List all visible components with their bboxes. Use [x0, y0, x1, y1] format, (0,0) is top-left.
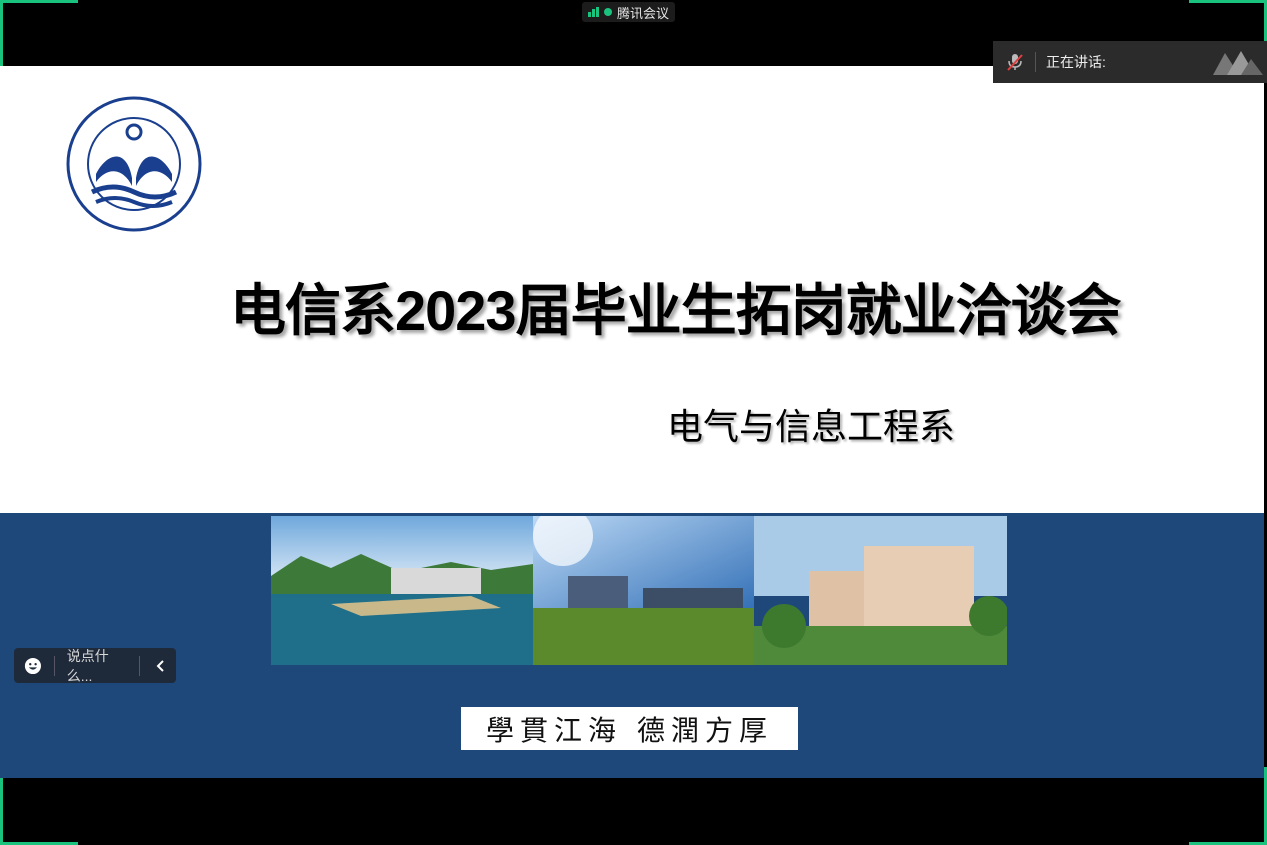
signal-strength-icon	[588, 7, 599, 17]
slide-title: 电信系2023届毕业生拓岗就业洽谈会	[230, 279, 1122, 342]
campus-photo-buildings	[754, 516, 1007, 665]
frame-corner-bottom-left	[0, 767, 78, 845]
chat-divider	[53, 655, 55, 676]
speaker-divider	[1035, 52, 1036, 72]
collapse-chevron-icon[interactable]	[152, 656, 170, 676]
campus-photo-coast	[271, 516, 533, 665]
frame-corner-bottom-right	[1189, 767, 1267, 845]
university-logo	[66, 96, 202, 232]
active-speaker-bar[interactable]: 正在讲话:	[993, 41, 1267, 83]
chat-divider-2	[139, 655, 141, 676]
speaker-label: 正在讲话:	[1046, 54, 1106, 70]
chat-input-bar[interactable]: 说点什么...	[14, 646, 176, 686]
status-dot-icon	[604, 8, 612, 16]
chat-input[interactable]: 说点什么...	[67, 646, 127, 686]
emoji-icon[interactable]	[24, 656, 42, 676]
mic-muted-icon	[1007, 54, 1023, 71]
university-motto: 學貫江海 德潤方厚	[461, 707, 798, 750]
campus-photo-lawn	[533, 516, 754, 665]
campus-banner: 學貫江海 德潤方厚	[0, 513, 1264, 778]
slide-subtitle: 电气与信息工程系	[667, 406, 956, 447]
app-name: 腾讯会议	[617, 5, 670, 21]
speaker-avatar	[1213, 51, 1263, 75]
shared-slide: 电信系2023届毕业生拓岗就业洽谈会 电气与信息工程系 學貫江海 德潤方厚	[0, 66, 1264, 778]
meeting-status-badge[interactable]: 腾讯会议	[582, 2, 676, 22]
